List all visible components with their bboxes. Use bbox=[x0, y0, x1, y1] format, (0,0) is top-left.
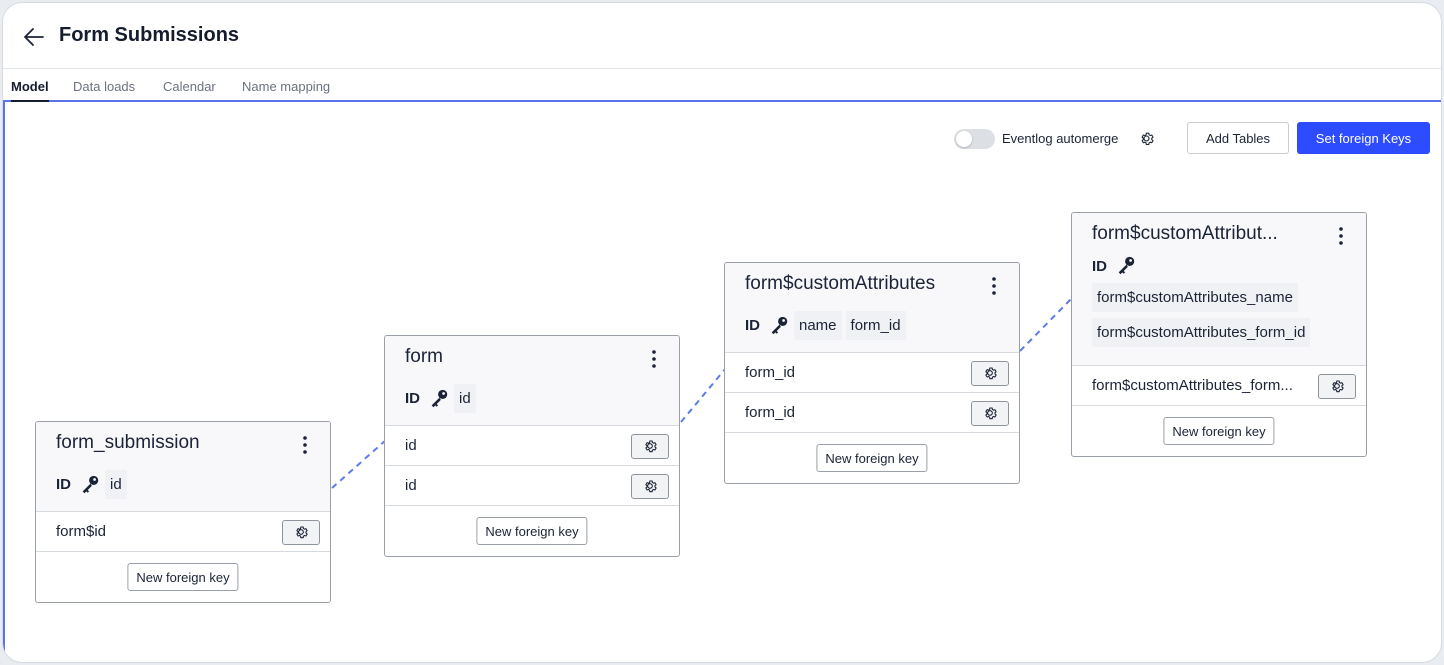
table-card-header: form$customAttributes ID name form_id bbox=[725, 263, 1019, 353]
fk-settings-button[interactable] bbox=[971, 401, 1009, 426]
id-column-chip: id bbox=[105, 470, 127, 499]
id-column-chip: id bbox=[454, 384, 476, 413]
table-name: form_submission bbox=[56, 432, 200, 453]
kebab-menu-icon[interactable] bbox=[645, 348, 663, 370]
foreign-key-row: form$customAttributes_form... bbox=[1072, 366, 1366, 406]
page-header: Form Submissions bbox=[3, 3, 1441, 69]
id-column-chip: name bbox=[794, 311, 842, 340]
toggle-knob bbox=[956, 131, 972, 147]
table-card-footer: New foreign key bbox=[385, 506, 679, 556]
foreign-key-row: id bbox=[385, 466, 679, 506]
table-card-form-submission[interactable]: form_submission ID id form$id New foreig… bbox=[35, 421, 331, 603]
automerge-toggle[interactable] bbox=[954, 129, 995, 149]
tab-name-mapping[interactable]: Name mapping bbox=[242, 79, 330, 94]
foreign-key-row: form$id bbox=[36, 512, 330, 552]
id-row: ID id bbox=[56, 470, 310, 499]
model-canvas: Eventlog automerge Add Tables Set foreig… bbox=[3, 102, 1441, 662]
id-row: ID id bbox=[405, 384, 659, 413]
foreign-key-name: id bbox=[405, 437, 417, 454]
foreign-key-row: form_id bbox=[725, 393, 1019, 433]
table-name: form$customAttributes bbox=[745, 273, 936, 294]
foreign-key-name: form$customAttributes_form... bbox=[1092, 377, 1293, 394]
fk-settings-button[interactable] bbox=[631, 434, 669, 459]
app-window: Form Submissions Model Data loads Calend… bbox=[2, 2, 1442, 663]
id-row: ID name form_id bbox=[745, 311, 999, 340]
table-card-footer: New foreign key bbox=[1072, 406, 1366, 456]
foreign-key-name: id bbox=[405, 477, 417, 494]
back-arrow-icon[interactable] bbox=[21, 24, 47, 50]
id-label: ID bbox=[405, 390, 420, 407]
table-name: form bbox=[405, 346, 443, 367]
tab-bar: Model Data loads Calendar Name mapping bbox=[3, 69, 1441, 102]
automerge-label: Eventlog automerge bbox=[1002, 131, 1119, 146]
new-foreign-key-button[interactable]: New foreign key bbox=[476, 517, 588, 545]
key-icon bbox=[771, 316, 788, 334]
id-column-chip: form$customAttributes_name bbox=[1092, 283, 1298, 312]
tab-data-loads[interactable]: Data loads bbox=[73, 79, 135, 94]
table-card-footer: New foreign key bbox=[36, 552, 330, 602]
gear-icon bbox=[645, 440, 657, 453]
connector-line bbox=[1019, 296, 1074, 352]
new-foreign-key-button[interactable]: New foreign key bbox=[816, 444, 928, 472]
foreign-key-row: id bbox=[385, 426, 679, 466]
page-title: Form Submissions bbox=[59, 24, 240, 46]
foreign-key-row: form_id bbox=[725, 353, 1019, 393]
id-column-chip: form_id bbox=[845, 311, 906, 340]
new-foreign-key-button[interactable]: New foreign key bbox=[1163, 417, 1275, 445]
foreign-key-name: form$id bbox=[56, 523, 107, 540]
id-label: ID bbox=[1092, 257, 1107, 275]
fk-settings-button[interactable] bbox=[631, 474, 669, 499]
foreign-key-name: form_id bbox=[745, 404, 796, 421]
gear-icon bbox=[645, 480, 657, 493]
id-label: ID bbox=[56, 476, 71, 493]
new-foreign-key-button[interactable]: New foreign key bbox=[127, 563, 239, 591]
table-card-form-custom-attributes-child[interactable]: form$customAttribut... ID form$customAtt… bbox=[1071, 212, 1367, 457]
table-card-footer: New foreign key bbox=[725, 433, 1019, 483]
kebab-menu-icon[interactable] bbox=[985, 275, 1003, 297]
table-card-form-custom-attributes[interactable]: form$customAttributes ID name form_id fo… bbox=[724, 262, 1020, 484]
table-name: form$customAttribut... bbox=[1092, 223, 1278, 244]
table-card-form[interactable]: form ID id id id New foreign key bbox=[384, 335, 680, 557]
table-card-header: form_submission ID id bbox=[36, 422, 330, 512]
kebab-menu-icon[interactable] bbox=[296, 434, 314, 456]
add-tables-button[interactable]: Add Tables bbox=[1187, 122, 1289, 154]
foreign-key-name: form_id bbox=[745, 364, 796, 381]
table-card-header: form ID id bbox=[385, 336, 679, 426]
gear-icon bbox=[1332, 380, 1344, 393]
automerge-settings-gear-icon[interactable] bbox=[1138, 130, 1155, 147]
fk-settings-button[interactable] bbox=[282, 520, 320, 545]
gear-icon bbox=[985, 407, 997, 420]
id-columns-list: form$customAttributes_name form$customAt… bbox=[1092, 283, 1346, 353]
fk-settings-button[interactable] bbox=[1318, 374, 1356, 399]
gear-icon bbox=[296, 526, 308, 539]
key-icon bbox=[82, 475, 99, 493]
fk-settings-button[interactable] bbox=[971, 361, 1009, 386]
key-icon bbox=[1118, 256, 1135, 275]
tab-model[interactable]: Model bbox=[11, 79, 49, 102]
id-row: ID bbox=[1092, 255, 1346, 277]
table-card-header: form$customAttribut... ID form$customAtt… bbox=[1072, 213, 1366, 366]
connector-line bbox=[331, 439, 387, 489]
tab-calendar[interactable]: Calendar bbox=[163, 79, 216, 94]
id-label: ID bbox=[745, 317, 760, 334]
id-column-chip: form$customAttributes_form_id bbox=[1092, 318, 1311, 347]
kebab-menu-icon[interactable] bbox=[1332, 225, 1350, 247]
set-foreign-keys-button[interactable]: Set foreign Keys bbox=[1297, 122, 1430, 154]
connector-line bbox=[680, 367, 727, 423]
key-icon bbox=[431, 389, 448, 407]
gear-icon bbox=[985, 367, 997, 380]
